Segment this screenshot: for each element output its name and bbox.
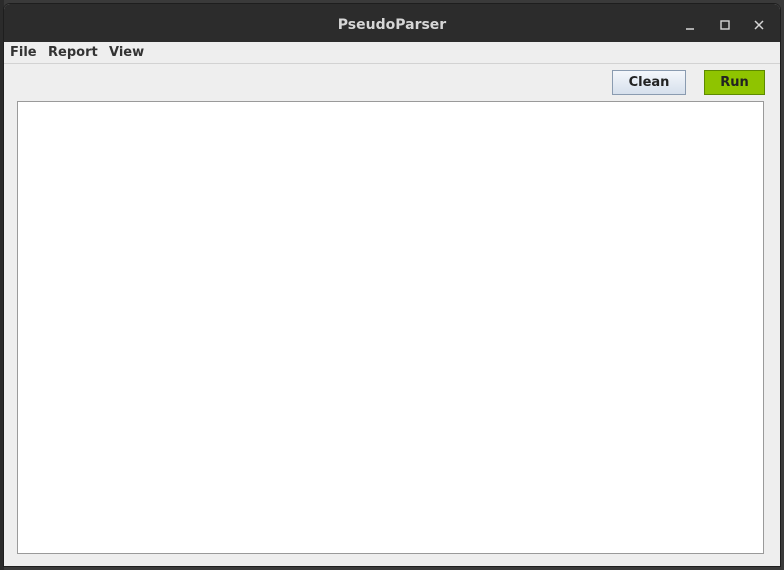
code-editor[interactable] (17, 101, 764, 554)
menu-file[interactable]: File (10, 42, 37, 63)
clean-button[interactable]: Clean (612, 70, 686, 95)
maximize-button[interactable] (713, 13, 737, 37)
run-button[interactable]: Run (704, 70, 765, 95)
title-bar[interactable]: PseudoParser (4, 4, 780, 42)
minimize-button[interactable] (678, 13, 702, 37)
menu-view[interactable]: View (109, 42, 144, 63)
window-title: PseudoParser (337, 17, 447, 33)
close-icon (754, 20, 764, 30)
menu-bar: File Report View (4, 42, 780, 64)
maximize-icon (720, 20, 730, 30)
close-button[interactable] (747, 13, 771, 37)
toolbar: Clean Run (4, 64, 780, 100)
minimize-icon (686, 28, 694, 30)
menu-report[interactable]: Report (48, 42, 98, 63)
app-window: PseudoParser File Report View Clean Run (4, 4, 780, 566)
